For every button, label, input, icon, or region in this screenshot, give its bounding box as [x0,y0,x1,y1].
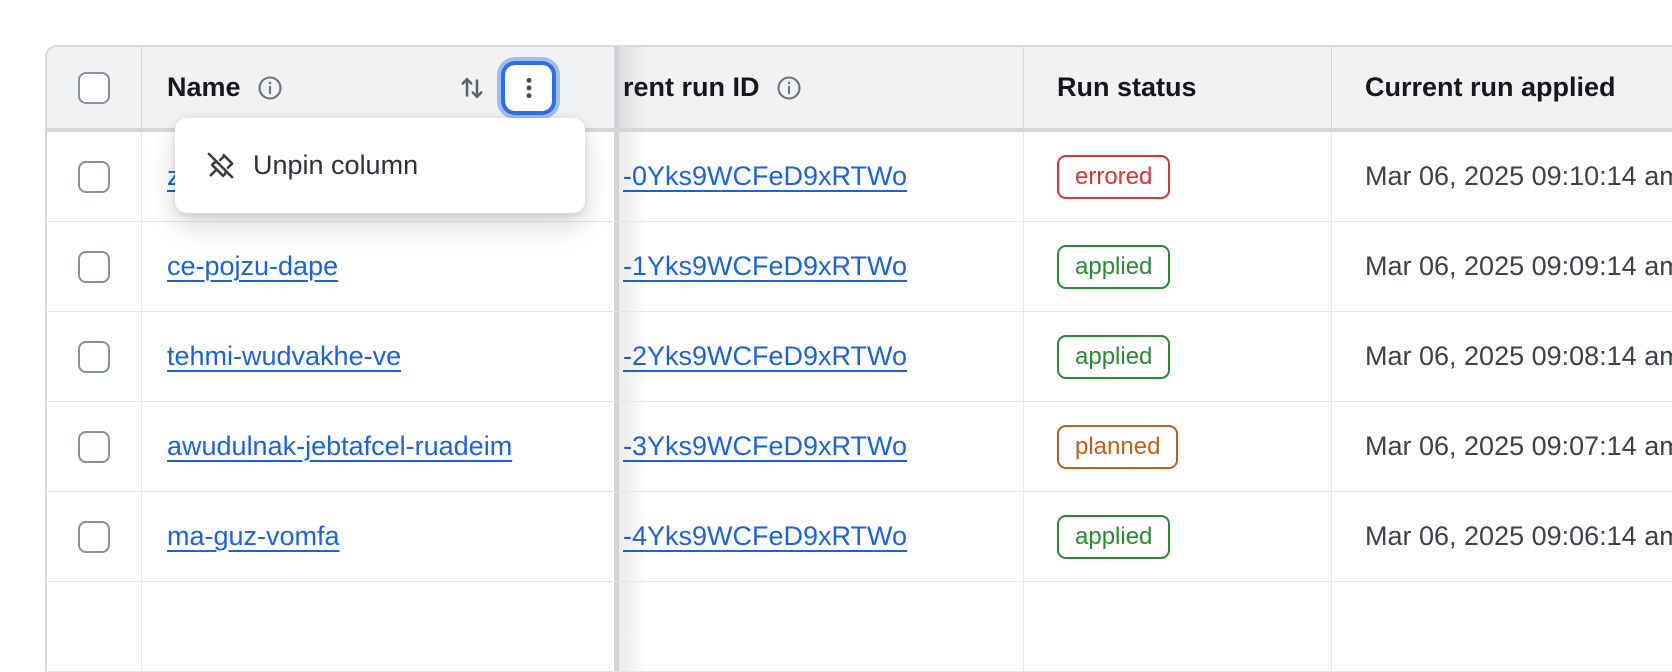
workspaces-table-region: Name [45,45,1672,672]
select-all-checkbox[interactable] [78,72,110,104]
workspace-name-link[interactable]: awudulnak-jebtafcel-ruadeim [167,431,512,462]
table-row: tehmi-wudvakhe-ve -2Yks9WCFeD9xRTWo appl… [47,312,1672,402]
run-id-link[interactable]: -1Yks9WCFeD9xRTWo [623,251,907,282]
run-id-link[interactable]: -4Yks9WCFeD9xRTWo [623,521,907,552]
info-icon[interactable] [775,74,803,102]
run-applied-timestamp: Mar 06, 2025 09:10:14 am [1365,161,1672,192]
row-checkbox[interactable] [78,161,110,193]
run-applied-timestamp: Mar 06, 2025 09:09:14 am [1365,251,1672,282]
run-status-badge: applied [1057,335,1170,379]
run-status-badge: planned [1057,425,1178,469]
header-current-run-applied-cell: Current run applied [1332,47,1672,128]
table-row: awudulnak-jebtafcel-ruadeim -3Yks9WCFeD9… [47,402,1672,492]
menu-item-unpin-column[interactable]: Unpin column [175,118,585,213]
run-status-badge: errored [1057,155,1170,199]
workspace-name-link[interactable]: ma-guz-vomfa [167,521,340,552]
workspace-name-link[interactable]: tehmi-wudvakhe-ve [167,341,401,372]
current-run-applied-column-label: Current run applied [1365,72,1616,103]
workspace-name-link[interactable]: ce-pojzu-dape [167,251,338,282]
run-id-link[interactable]: -2Yks9WCFeD9xRTWo [623,341,907,372]
info-icon[interactable] [256,74,284,102]
table-row: ce-pojzu-dape -1Yks9WCFeD9xRTWo applied … [47,222,1672,312]
header-current-run-id-cell: rent run ID [619,47,1024,128]
column-menu: Unpin column [175,118,585,213]
run-status-badge: applied [1057,245,1170,289]
run-status-badge: applied [1057,515,1170,559]
menu-item-label: Unpin column [253,150,418,181]
pin-off-icon [205,150,236,181]
row-checkbox[interactable] [78,251,110,283]
table-row: ma-guz-vomfa -4Yks9WCFeD9xRTWo applied M… [47,492,1672,582]
header-select-all-cell [47,47,142,128]
column-options-button[interactable] [505,65,552,111]
current-run-id-column-label: rent run ID [623,72,760,103]
run-applied-timestamp: Mar 06, 2025 09:08:14 am [1365,341,1672,372]
header-name-cell: Name [142,47,614,128]
run-id-link[interactable]: -0Yks9WCFeD9xRTWo [623,161,907,192]
row-checkbox[interactable] [78,341,110,373]
table-row [47,582,1672,672]
row-checkbox[interactable] [78,431,110,463]
row-checkbox[interactable] [78,521,110,553]
sort-icon[interactable] [457,73,487,103]
run-id-link[interactable]: -3Yks9WCFeD9xRTWo [623,431,907,462]
name-column-label: Name [167,72,241,103]
kebab-menu-icon [516,75,542,101]
run-applied-timestamp: Mar 06, 2025 09:07:14 am [1365,431,1672,462]
run-applied-timestamp: Mar 06, 2025 09:06:14 am [1365,521,1672,552]
header-run-status-cell: Run status [1024,47,1332,128]
run-status-column-label: Run status [1057,72,1197,103]
